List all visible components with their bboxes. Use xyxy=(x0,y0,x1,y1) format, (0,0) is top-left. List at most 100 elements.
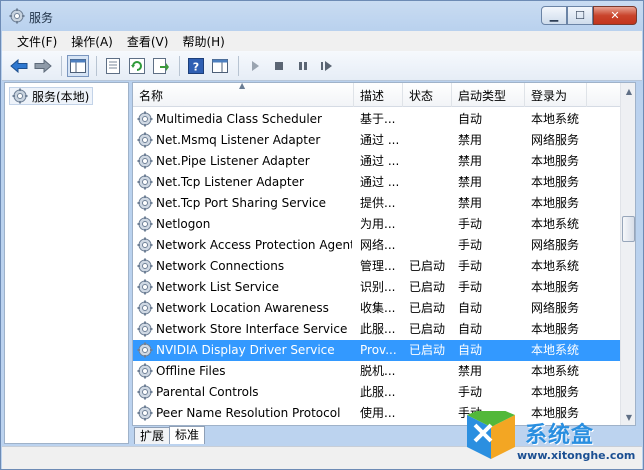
console-tree: 服务(本地) xyxy=(4,82,129,444)
service-name: Network Location Awareness xyxy=(156,301,329,315)
column-header-name[interactable]: ▲ 名称 xyxy=(133,83,354,107)
service-row[interactable]: NVIDIA Display Driver Service Prov... 已启动自… xyxy=(133,340,620,361)
service-status xyxy=(409,172,452,193)
service-status xyxy=(409,403,452,424)
service-name: Net.Tcp Listener Adapter xyxy=(156,175,304,189)
service-logon-as: 本地服务 xyxy=(531,154,580,168)
service-row[interactable]: Net.Tcp Port Sharing Service 提供... 禁用 本地服务 xyxy=(133,193,620,214)
toolbar-separator xyxy=(179,55,180,76)
restart-service-icon xyxy=(321,60,332,71)
start-service-button[interactable] xyxy=(244,55,266,77)
service-row[interactable]: Network Access Protection Agent 网络... 手动 网络… xyxy=(133,235,620,256)
service-row[interactable]: Network Connections 管理... 已启动 手动 本地系统 xyxy=(133,256,620,277)
tab-extended[interactable]: 扩展 xyxy=(134,427,171,444)
service-gear-icon xyxy=(137,237,153,253)
sort-ascending-icon: ▲ xyxy=(239,82,246,90)
service-gear-icon xyxy=(137,111,153,127)
service-description: 通过 ... xyxy=(360,133,400,147)
tab-standard[interactable]: 标准 xyxy=(169,426,206,444)
service-gear-icon xyxy=(137,321,153,337)
menu-file[interactable]: 文件(F) xyxy=(10,33,64,50)
pause-service-button[interactable] xyxy=(292,55,314,77)
menu-view[interactable]: 查看(V) xyxy=(120,33,176,50)
stop-service-button[interactable] xyxy=(268,55,290,77)
export-list-button[interactable] xyxy=(150,55,172,77)
service-description: 此服... xyxy=(360,322,396,336)
service-logon-as: 网络服务 xyxy=(531,133,580,147)
service-status xyxy=(409,214,452,235)
scroll-up-icon[interactable]: ▲ xyxy=(621,83,635,99)
service-row[interactable]: Multimedia Class Scheduler 基于... 自动 本地系统 xyxy=(133,109,620,130)
toolbar: ? xyxy=(2,51,642,81)
service-startup-type: 手动 xyxy=(458,385,483,399)
service-logon-as: 本地系统 xyxy=(531,112,580,126)
service-name: Network List Service xyxy=(156,280,280,294)
refresh-icon xyxy=(129,57,145,74)
service-row[interactable]: Net.Tcp Listener Adapter 通过 ... 禁用 本地服务 xyxy=(133,172,620,193)
service-row[interactable]: Offline Files 脱机... 禁用 本地系统 xyxy=(133,361,620,382)
column-header-logon-as[interactable]: 登录为 xyxy=(525,83,587,107)
service-status xyxy=(409,151,452,172)
service-startup-type: 自动 xyxy=(458,322,483,336)
service-startup-type: 自动 xyxy=(458,112,483,126)
service-name: Netlogon xyxy=(156,217,211,231)
menu-action[interactable]: 操作(A) xyxy=(64,33,120,50)
service-gear-icon xyxy=(137,132,153,148)
service-status: 已启动 xyxy=(409,301,446,315)
service-row[interactable]: Parental Controls 此服... 手动 本地服务 xyxy=(133,382,620,403)
service-description: 脱机... xyxy=(360,364,396,378)
close-button[interactable]: ✕ xyxy=(593,6,637,25)
service-gear-icon xyxy=(137,195,153,211)
service-status: 已启动 xyxy=(409,343,446,357)
service-row[interactable]: Netlogon 为用... 手动 本地系统 xyxy=(133,214,620,235)
stop-service-icon xyxy=(275,61,283,70)
service-logon-as: 本地服务 xyxy=(531,322,580,336)
window-title: 服务 xyxy=(29,11,54,25)
service-description: 通过 ... xyxy=(360,154,400,168)
service-description: 为用... xyxy=(360,217,396,231)
service-logon-as: 网络服务 xyxy=(531,301,580,315)
service-row[interactable]: Network Location Awareness 收集... 已启动 自动 网络服务 xyxy=(133,298,620,319)
service-startup-type: 禁用 xyxy=(458,154,483,168)
services-window: 服务 ▁ ☐ ✕ 文件(F) 操作(A) 查看(V) 帮助(H) ? 服务(本地… xyxy=(0,0,644,470)
service-row[interactable]: Network List Service 识别... 已启动 手动 本地服务 xyxy=(133,277,620,298)
window-controls: ▁ ☐ ✕ xyxy=(541,6,637,26)
maximize-button[interactable]: ☐ xyxy=(567,6,593,25)
service-gear-icon xyxy=(137,363,153,379)
service-row[interactable]: Net.Msmq Listener Adapter 通过 ... 禁用 网络服务 xyxy=(133,130,620,151)
restart-service-button[interactable] xyxy=(316,55,338,77)
properties-button[interactable] xyxy=(102,55,124,77)
minimize-button[interactable]: ▁ xyxy=(541,6,567,25)
column-header-name-label: 名称 xyxy=(139,89,164,103)
service-row[interactable]: Net.Pipe Listener Adapter 通过 ... 禁用 本地服务 xyxy=(133,151,620,172)
service-row[interactable]: Network Store Interface Service 此服... 已启动自… xyxy=(133,319,620,340)
show-pane-button[interactable] xyxy=(209,55,231,77)
refresh-button[interactable] xyxy=(126,55,148,77)
service-startup-type: 手动 xyxy=(458,238,483,252)
tree-item-label: 服务(本地) xyxy=(32,89,90,104)
service-description: 提供... xyxy=(360,196,396,210)
back-button[interactable] xyxy=(8,55,30,77)
service-gear-icon xyxy=(137,279,153,295)
service-name: Net.Msmq Listener Adapter xyxy=(156,133,321,147)
service-startup-type: 手动 xyxy=(458,280,483,294)
service-startup-type: 手动 xyxy=(458,259,483,273)
column-header-startup-type[interactable]: 启动类型 xyxy=(452,83,525,107)
column-header-status[interactable]: 状态 xyxy=(403,83,452,107)
forward-button[interactable] xyxy=(32,55,54,77)
column-header-description[interactable]: 描述 xyxy=(354,83,403,107)
vertical-scrollbar[interactable]: ▲ ▼ xyxy=(620,83,635,425)
menu-help[interactable]: 帮助(H) xyxy=(175,33,231,50)
scrollbar-thumb[interactable] xyxy=(622,216,635,242)
title-bar[interactable]: 服务 ▁ ☐ ✕ xyxy=(1,1,643,31)
help-button[interactable]: ? xyxy=(185,55,207,77)
service-gear-icon xyxy=(137,384,153,400)
service-startup-type: 禁用 xyxy=(458,364,483,378)
show-tree-button[interactable] xyxy=(67,54,89,77)
service-startup-type: 禁用 xyxy=(458,175,483,189)
service-name: Multimedia Class Scheduler xyxy=(156,112,322,126)
service-gear-icon xyxy=(137,258,153,274)
service-gear-icon xyxy=(137,174,153,190)
tree-item-services-local[interactable]: 服务(本地) xyxy=(9,87,94,105)
maximize-icon: ☐ xyxy=(575,9,585,22)
